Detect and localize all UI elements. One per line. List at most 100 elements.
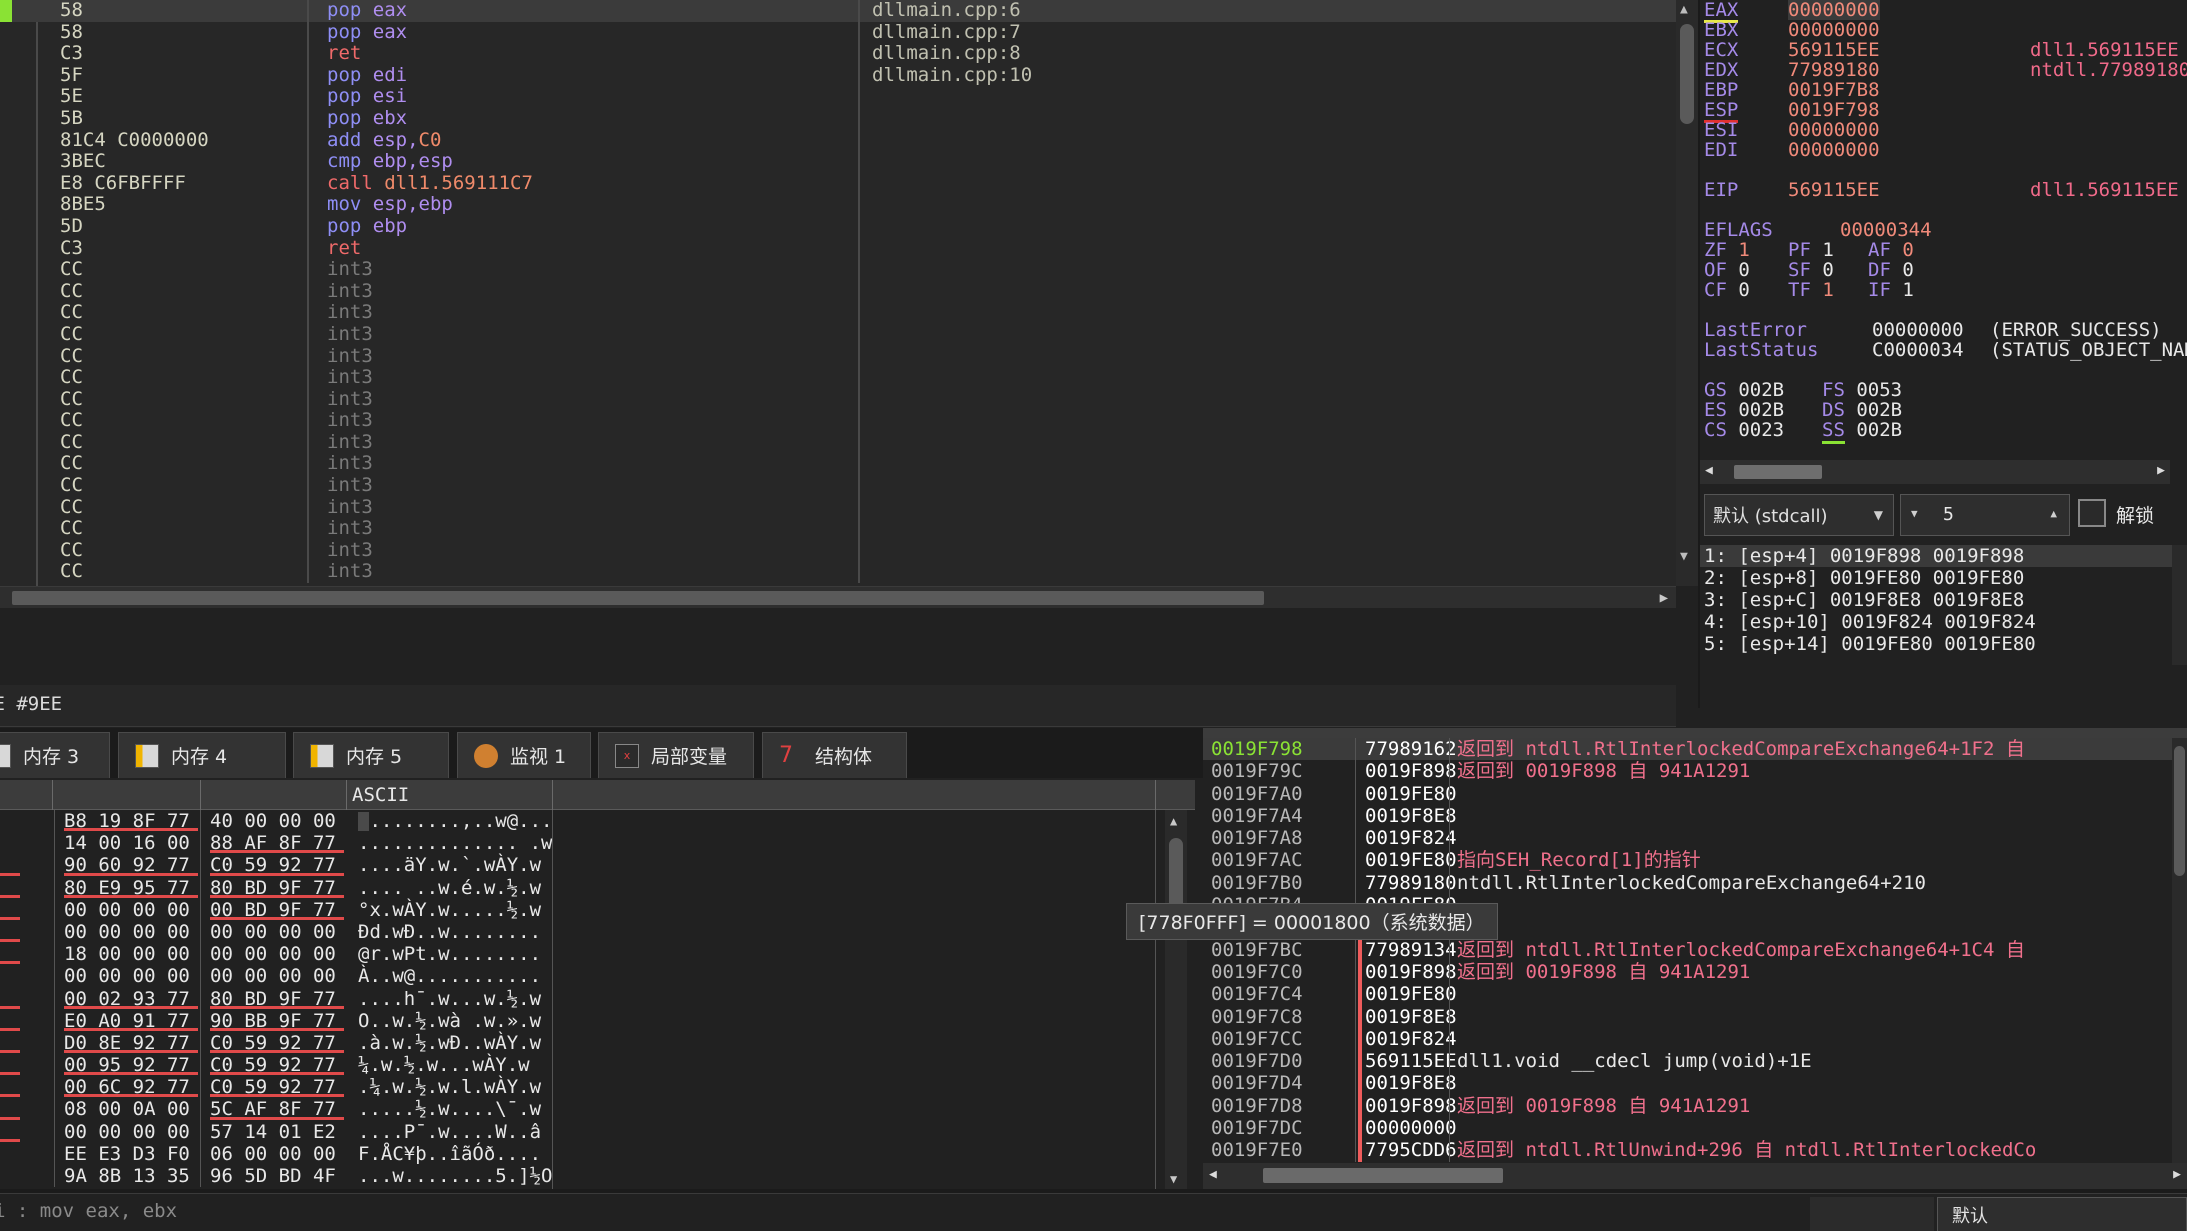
disassembly-row[interactable]: CCint3 (0, 281, 1676, 303)
disassembly-row[interactable]: 3BECcmp ebp,esp (0, 151, 1676, 173)
stack-value[interactable]: 7795CDD6 (1365, 1139, 1457, 1161)
dump-row[interactable]: 92 7700 00 00 0000 BD 9F 77°x.wÀY.w.....… (0, 899, 1195, 921)
register-value[interactable]: 569115EE (1788, 40, 1880, 60)
scroll-up-icon[interactable]: ▲ (1170, 814, 1177, 828)
disassembly-row[interactable]: CCint3 (0, 475, 1676, 497)
disassembly-row[interactable]: CCint3 (0, 540, 1676, 562)
ascii-text[interactable]: O..w.½.wà .w.».w (358, 1010, 541, 1032)
scroll-right-icon[interactable]: ▶ (2173, 1167, 2181, 1182)
stack-row[interactable]: 0019F7C00019F898返回到 0019F898 自 941A1291 (1203, 961, 2187, 983)
dump-vertical-scrollbar[interactable]: ▲ ▼ (1165, 810, 1187, 1190)
disassembly-row[interactable]: CCint3 (0, 497, 1676, 519)
segment-value[interactable]: 002B (1845, 419, 1902, 441)
hex-group[interactable]: 00 00 00 00 (210, 943, 350, 965)
stack-address[interactable]: 0019F7C8 (1211, 1006, 1303, 1028)
stack-row[interactable]: 0019F7C40019FE80 (1203, 983, 2187, 1005)
disassembly-panel[interactable]: 58pop eaxdllmain.cpp:658pop eaxdllmain.c… (0, 0, 1676, 586)
disassembly-horizontal-scrollbar[interactable]: ▶ (0, 586, 1676, 608)
stack-row[interactable]: 0019F7B077989180ntdll.RtlInterlockedComp… (1203, 872, 2187, 894)
eflags-value[interactable]: 00000344 (1840, 220, 1932, 240)
disassembly-row[interactable]: 58pop eaxdllmain.cpp:6 (0, 0, 1676, 22)
disassembly-row[interactable]: 5Bpop ebx (0, 108, 1676, 130)
stack-row[interactable]: 0019F7D0569115EEdll1.void __cdecl jump(v… (1203, 1050, 2187, 1072)
hex-group[interactable]: 96 5D BD 4F (210, 1165, 350, 1187)
hex-group[interactable]: 00 00 00 00 (210, 965, 350, 987)
flag-value[interactable]: 0 (1902, 259, 1913, 281)
register-value[interactable]: 00000000 (1788, 120, 1880, 140)
scrollbar-thumb[interactable] (1734, 465, 1822, 479)
stack-address[interactable]: 0019F7D0 (1211, 1050, 1303, 1072)
segment-item[interactable]: FS 0053 (1822, 380, 1902, 400)
stack-address[interactable]: 0019F7C4 (1211, 983, 1303, 1005)
stack-address[interactable]: 0019F7C0 (1211, 961, 1303, 983)
register-row[interactable]: ESP0019F798 (1700, 100, 2187, 120)
stack-vertical-scrollbar[interactable] (2172, 738, 2187, 1163)
disassembly-row[interactable]: 5Epop esi (0, 86, 1676, 108)
scrollbar-thumb[interactable] (1680, 24, 1694, 124)
dump-row[interactable]: 9F 7700 95 92 77C0 59 92 77 ¼.w.½.w...wÀ… (0, 1054, 1195, 1076)
ascii-text[interactable]: ....P¯.w....W..â (358, 1121, 541, 1143)
stack-address[interactable]: 0019F7B0 (1211, 872, 1303, 894)
segment-value[interactable]: 0023 (1727, 419, 1784, 441)
ascii-text[interactable]: ...w........5.]½O (358, 1165, 552, 1187)
register-value[interactable]: 00000000 (1788, 20, 1880, 40)
dump-row[interactable]: 9F 7708 00 0A 005C AF 8F 77.....½.w....\… (0, 1098, 1195, 1120)
disassembly-row[interactable]: CCint3 (0, 453, 1676, 475)
segment-item[interactable]: ES 002B (1704, 400, 1784, 420)
register-row[interactable]: EDI00000000 (1700, 140, 2187, 160)
tab-5[interactable]: x局部变量 (598, 732, 754, 778)
dump-row[interactable]: 8F 7790 60 92 77C0 59 92 77....äY.w.`.wÀ… (0, 854, 1195, 876)
flag-item[interactable]: IF 1 (1868, 280, 1914, 300)
disassembly-row[interactable]: CCint3 (0, 389, 1676, 411)
disassembly-row[interactable]: CCint3 (0, 302, 1676, 324)
tab-3[interactable]: 内存 5 (293, 732, 449, 778)
stack-address[interactable]: 0019F7A4 (1211, 805, 1303, 827)
stack-row[interactable]: 0019F7C80019F8E8 (1203, 1006, 2187, 1028)
stack-value[interactable]: 0019F898 (1365, 961, 1457, 983)
stack-value[interactable]: 0019F898 (1365, 760, 1457, 782)
stack-address[interactable]: 0019F7E0 (1211, 1139, 1303, 1161)
stack-value[interactable]: 0019FE80 (1365, 849, 1457, 871)
flag-item[interactable]: ZF 1 (1704, 240, 1750, 260)
stack-row[interactable]: 0019F7A40019F8E8 (1203, 805, 2187, 827)
chevron-down-icon[interactable]: ▼ (1874, 508, 1883, 522)
stack-horizontal-scrollbar[interactable]: ◀ ▶ (1203, 1163, 2187, 1189)
segment-row[interactable]: CS 0023SS 002B (1700, 420, 2187, 440)
disassembly-row[interactable]: C3retdllmain.cpp:8 (0, 43, 1676, 65)
dump-rows[interactable]: 00 00B8 19 8F 7740 00 00 00.........,..w… (0, 810, 1195, 1187)
hex-group[interactable]: 00 00 (0, 1165, 54, 1187)
segment-item[interactable]: DS 002B (1822, 400, 1902, 420)
disassembly-row[interactable]: CCint3 (0, 410, 1676, 432)
stack-row[interactable]: 0019F7CC0019F824 (1203, 1028, 2187, 1050)
hex-group[interactable]: 08 00 0A 00 (64, 1098, 204, 1120)
segment-row[interactable]: GS 002BFS 0053 (1700, 380, 2187, 400)
ascii-text[interactable]: À..w@........... (358, 965, 541, 987)
stack-row[interactable]: 0019F7A00019FE80 (1203, 783, 2187, 805)
stack-address[interactable]: 0019F7D4 (1211, 1072, 1303, 1094)
unlock-checkbox[interactable] (2078, 499, 2106, 527)
ascii-text[interactable]: .à.w.½.wÐ..wÀY.w (358, 1032, 541, 1054)
ascii-text[interactable]: °x.wÀY.w.....½.w (358, 899, 541, 921)
argument-row[interactable]: 5: [esp+14] 0019FE80 0019FE80 (1700, 633, 2187, 655)
scroll-down-icon[interactable]: ▼ (1170, 1172, 1177, 1186)
disassembly-row[interactable]: CCint3 (0, 367, 1676, 389)
register-row-eip[interactable]: EIP569115EEdll1.569115EE (1700, 180, 2187, 200)
flag-value[interactable]: 1 (1822, 239, 1833, 261)
hex-group[interactable]: 00 8D (0, 1143, 54, 1165)
hex-group[interactable]: 00 00 (0, 832, 54, 854)
segment-value[interactable]: 002B (1727, 399, 1784, 421)
ascii-text[interactable]: .....½.w....\¯.w (358, 1098, 541, 1120)
disassembly-row[interactable]: 8BE5mov esp,ebp (0, 194, 1676, 216)
dump-row[interactable]: 9F 77D0 8E 92 77C0 59 92 77.à.w.½.wÐ..wÀ… (0, 1032, 1195, 1054)
value[interactable]: C0000034 (1872, 340, 1964, 360)
argument-row[interactable]: 2: [esp+8] 0019FE80 0019FE80 (1700, 567, 2187, 589)
stack-value[interactable]: 77989162 (1365, 738, 1457, 760)
stack-address[interactable]: 0019F79C (1211, 760, 1303, 782)
flag-value[interactable]: 0 (1738, 259, 1749, 281)
scroll-right-icon[interactable]: ▶ (2157, 463, 2165, 478)
calling-convention-select[interactable]: 默认 (stdcall) ▼ (1704, 494, 1894, 536)
stack-value[interactable]: 00000000 (1365, 1117, 1457, 1139)
flag-item[interactable]: AF 0 (1868, 240, 1914, 260)
flag-value[interactable]: 1 (1902, 279, 1913, 301)
arguments-list[interactable]: 1: [esp+4] 0019F898 0019F8982: [esp+8] 0… (1700, 545, 2187, 665)
